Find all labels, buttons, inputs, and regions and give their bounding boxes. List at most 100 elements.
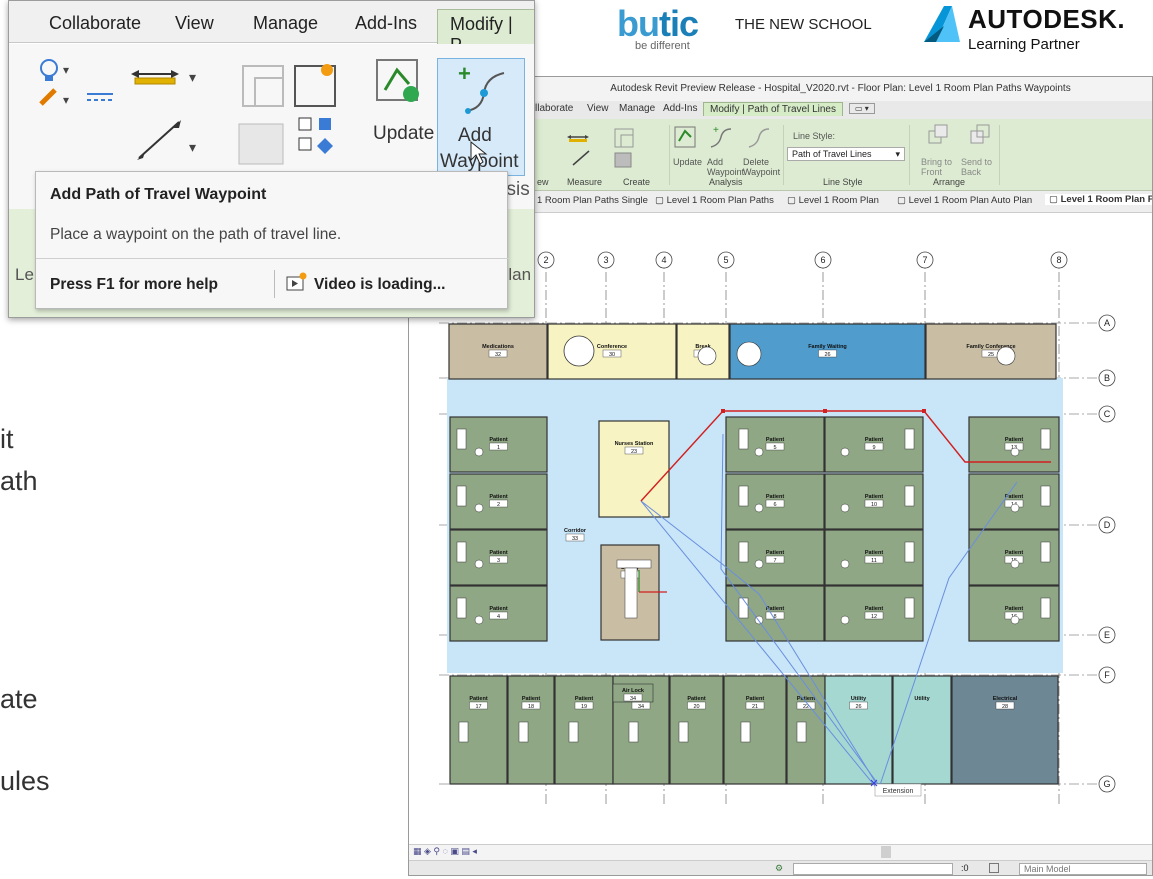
bed xyxy=(904,428,915,450)
tooltip-video-status: Video is loading... xyxy=(314,276,446,293)
grid-label: 2 xyxy=(543,255,548,265)
room-number: 25 xyxy=(988,352,994,358)
tab-add-ins[interactable]: Add-Ins xyxy=(663,103,697,114)
room-number: 1 xyxy=(497,445,500,451)
update-button-label[interactable]: Update xyxy=(673,157,702,167)
delete-waypoint-icon[interactable] xyxy=(743,123,773,153)
tab-collaborate[interactable]: llaborate xyxy=(535,103,573,114)
view-tab[interactable]: ▢ Level 1 Room Plan xyxy=(787,195,879,206)
tab-add-ins[interactable]: Add-Ins xyxy=(355,13,417,34)
shelf xyxy=(616,559,652,569)
view-tab[interactable]: ▢ Level 1 Room Plan Paths xyxy=(655,195,774,206)
room-number: 2 xyxy=(497,502,500,508)
bed xyxy=(518,721,529,743)
ribbon-separator xyxy=(909,125,910,185)
room xyxy=(507,675,555,785)
butic-logo-text-accent: tic xyxy=(658,3,699,44)
room-number: 17 xyxy=(475,704,481,710)
room-number: 10 xyxy=(871,502,877,508)
update-button-label[interactable]: Update xyxy=(373,123,434,145)
waypoint-handle xyxy=(721,409,725,413)
add-waypoint-icon[interactable]: + xyxy=(705,123,735,153)
view-tab[interactable]: 1 Room Plan Paths Single xyxy=(537,195,648,206)
tab-collaborate[interactable]: Collaborate xyxy=(49,13,141,34)
group-label-line-style: Line Style xyxy=(823,177,863,187)
bed xyxy=(568,721,579,743)
room-name: Patient xyxy=(489,550,508,556)
grid-label: E xyxy=(1104,630,1110,640)
room-name: Nurses Station xyxy=(615,441,654,447)
grid-label: A xyxy=(1104,318,1110,328)
tab-manage[interactable]: Manage xyxy=(619,103,655,114)
create-icons[interactable] xyxy=(235,60,365,180)
bring-to-front-button[interactable]: Bring to Front xyxy=(921,157,961,177)
autodesk-logo: AUTODESK. Learning Partner xyxy=(922,4,1152,60)
tab-view[interactable]: View xyxy=(175,13,214,34)
room-name: Patient xyxy=(489,494,508,500)
tab-modify-path[interactable]: Modify | P xyxy=(437,9,534,55)
butic-logo: butic THE NEW SCHOOL be different xyxy=(617,6,887,58)
bed xyxy=(904,541,915,563)
bed xyxy=(738,485,749,507)
tool-icons-left[interactable]: ▾ ▾ xyxy=(33,52,133,152)
shelf xyxy=(624,567,638,619)
zoom-readout: :0 xyxy=(961,863,969,873)
view-tab-active[interactable]: ▢ Level 1 Room Plan Pa xyxy=(1045,194,1153,205)
divider xyxy=(274,270,275,298)
bed xyxy=(738,428,749,450)
group-label-analysis: Analysis xyxy=(709,177,743,187)
update-icon[interactable] xyxy=(373,56,427,110)
room-name: Patient xyxy=(469,696,488,702)
line-style-dropdown[interactable]: Path of Travel Lines ▾ xyxy=(787,147,905,161)
tab-modify-path-of-travel[interactable]: Modify | Path of Travel Lines xyxy=(703,102,843,116)
tab-manage[interactable]: Manage xyxy=(253,13,318,34)
room-name: Patient xyxy=(865,606,884,612)
svg-text:+: + xyxy=(713,125,719,136)
chair xyxy=(840,447,850,457)
bed xyxy=(796,721,807,743)
svg-text:▾: ▾ xyxy=(189,69,196,85)
bed xyxy=(1040,597,1051,619)
tooltip-title: Add Path of Travel Waypoint xyxy=(50,186,267,203)
view-control-icons[interactable]: ▦ ◈ ⚲ ◌ ▣ ▤ ◂ xyxy=(413,846,477,857)
tab-view[interactable]: View xyxy=(587,103,609,114)
bed xyxy=(458,721,469,743)
room-name: Patient xyxy=(575,696,594,702)
delete-waypoint-button-label[interactable]: Delete Waypoint xyxy=(743,157,783,177)
room-name: Patient xyxy=(1005,606,1024,612)
add-waypoint-button-label[interactable]: Add Waypoint xyxy=(707,157,747,177)
bed xyxy=(738,597,749,619)
tab-overflow-button[interactable]: ▭ ▾ xyxy=(849,103,875,114)
update-icon[interactable] xyxy=(671,123,701,153)
ribbon-separator xyxy=(999,125,1000,185)
room-name: Patient xyxy=(865,437,884,443)
room xyxy=(892,675,952,785)
bed xyxy=(1040,428,1051,450)
room-number: 5 xyxy=(773,445,776,451)
view-tab[interactable]: ▢ Level 1 Room Plan Auto Plan xyxy=(897,195,1032,206)
room-number: 28 xyxy=(1002,704,1008,710)
slide-text-fragment: ate xyxy=(0,684,38,714)
measure-icons[interactable]: ▾ ▾ xyxy=(125,58,245,168)
bed xyxy=(456,597,467,619)
room-name: Family Waiting xyxy=(808,344,847,350)
scrollbar-thumb[interactable] xyxy=(881,846,891,858)
chair xyxy=(474,447,484,457)
view-tab-label: Level 1 Room Plan Pa xyxy=(1060,194,1153,205)
bed xyxy=(738,541,749,563)
slide-text-fragment: it xyxy=(0,424,14,454)
svg-text:+: + xyxy=(458,63,471,86)
measure-tools-icon[interactable] xyxy=(541,125,651,175)
room xyxy=(598,420,670,518)
design-option-dropdown[interactable]: Main Model xyxy=(1019,863,1147,875)
worksharing-icon[interactable]: ⚙ xyxy=(775,863,783,874)
room-name: Patient xyxy=(489,606,508,612)
room-number: 12 xyxy=(871,614,877,620)
filter-icon[interactable] xyxy=(989,863,999,873)
view-tab-label: Level 1 Room Plan Paths xyxy=(666,195,774,206)
bed xyxy=(1040,485,1051,507)
send-to-back-button[interactable]: Send to Back xyxy=(961,157,1001,177)
workset-dropdown[interactable] xyxy=(793,863,953,875)
grid-label: 6 xyxy=(820,255,825,265)
chair xyxy=(474,559,484,569)
